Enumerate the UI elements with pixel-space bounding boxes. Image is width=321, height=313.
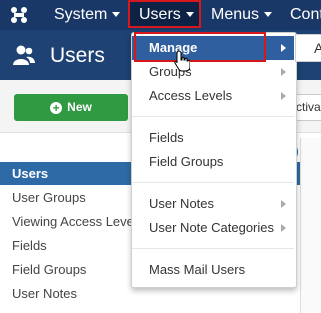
menu-item-field-groups-label: Field Groups: [149, 154, 224, 169]
menu-item-fields-label: Fields: [149, 130, 184, 145]
manage-highlight-box: [134, 32, 266, 62]
content-area-edge: [300, 138, 321, 313]
hand-pointer-cursor-icon: [174, 50, 190, 72]
chevron-right-icon: [281, 44, 286, 52]
plus-icon: +: [50, 102, 63, 114]
users-icon: [13, 45, 35, 65]
menu-item-user-notes-label: User Notes: [149, 196, 215, 211]
menu-divider: [132, 182, 294, 183]
joomla-logo-icon[interactable]: [8, 5, 30, 25]
menu-item-access-levels-label: Access Levels: [149, 88, 233, 103]
chevron-down-icon: [185, 12, 194, 18]
chevron-right-icon: [281, 200, 286, 208]
menu-system[interactable]: System: [54, 0, 121, 30]
menu-item-mass-mail-users[interactable]: Mass Mail Users: [132, 258, 294, 282]
chevron-down-icon: [264, 12, 273, 18]
menu-users-label: Users: [139, 6, 181, 23]
menu-content[interactable]: Cont: [290, 0, 321, 30]
new-button-label: New: [67, 100, 92, 114]
manage-submenu-panel[interactable]: A: [295, 34, 321, 62]
menu-divider: [132, 116, 294, 117]
chevron-down-icon: [112, 12, 121, 18]
page-title: Users: [50, 44, 105, 67]
menu-content-label: Cont: [290, 6, 321, 23]
chevron-right-icon: [281, 224, 286, 232]
menu-item-user-note-categories-label: User Note Categories: [149, 220, 274, 235]
menu-system-label: System: [54, 6, 108, 23]
chevron-right-icon: [281, 92, 286, 100]
menu-item-access-levels[interactable]: Access Levels: [132, 84, 294, 108]
menu-item-user-note-categories[interactable]: User Note Categories: [132, 216, 294, 240]
menu-item-mass-mail-users-label: Mass Mail Users: [149, 262, 246, 277]
submenu-item-label: A: [314, 40, 321, 56]
menu-users[interactable]: Users: [139, 0, 194, 30]
new-button[interactable]: + New: [14, 94, 128, 121]
menu-menus-label: Menus: [211, 6, 260, 23]
menu-item-fields[interactable]: Fields: [132, 126, 294, 150]
menu-divider: [132, 248, 294, 249]
menu-menus[interactable]: Menus: [211, 0, 273, 30]
menu-item-groups[interactable]: Groups: [132, 60, 294, 84]
chevron-right-icon: [281, 68, 286, 76]
users-dropdown-menu: Manage Groups Access Levels Fields Field…: [131, 32, 297, 288]
menu-item-user-notes[interactable]: User Notes: [132, 192, 294, 216]
menu-item-field-groups[interactable]: Field Groups: [132, 150, 294, 174]
